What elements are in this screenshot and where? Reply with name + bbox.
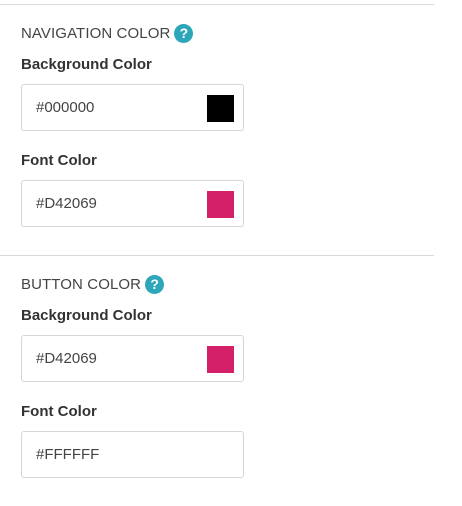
button-color-title: BUTTON COLOR [21, 275, 142, 293]
question-mark-icon[interactable]: ? [145, 274, 165, 294]
navigation-color-section: NAVIGATION COLOR ? Background Color #000… [21, 22, 441, 227]
color-settings-panel: NAVIGATION COLOR ? Background Color #000… [0, 0, 462, 506]
navigation-font-color-value: #D42069 [36, 195, 97, 212]
top-divider [0, 4, 434, 5]
button-background-color-swatch[interactable] [207, 346, 234, 373]
navigation-color-title: NAVIGATION COLOR [21, 24, 171, 42]
button-font-color-value: #FFFFFF [36, 446, 100, 463]
section-divider [0, 255, 434, 256]
button-background-color-label: Background Color [21, 307, 152, 324]
navigation-font-color-input[interactable]: #D42069 [21, 180, 244, 227]
navigation-background-color-label: Background Color [21, 56, 152, 73]
navigation-background-color-input[interactable]: #000000 [21, 84, 244, 131]
button-background-color-input[interactable]: #D42069 [21, 335, 244, 382]
navigation-background-color-swatch[interactable] [207, 95, 234, 122]
navigation-color-header: NAVIGATION COLOR ? [21, 22, 441, 44]
button-font-color-swatch[interactable] [207, 442, 234, 469]
button-color-section: BUTTON COLOR ? Background Color #D42069 … [21, 273, 441, 478]
navigation-font-color-swatch[interactable] [207, 191, 234, 218]
navigation-font-color-label: Font Color [21, 152, 97, 169]
button-font-color-input[interactable]: #FFFFFF [21, 431, 244, 478]
question-mark-icon[interactable]: ? [174, 23, 194, 43]
navigation-background-color-value: #000000 [36, 99, 95, 116]
button-background-color-value: #D42069 [36, 350, 97, 367]
button-font-color-label: Font Color [21, 403, 97, 420]
button-color-header: BUTTON COLOR ? [21, 273, 441, 295]
